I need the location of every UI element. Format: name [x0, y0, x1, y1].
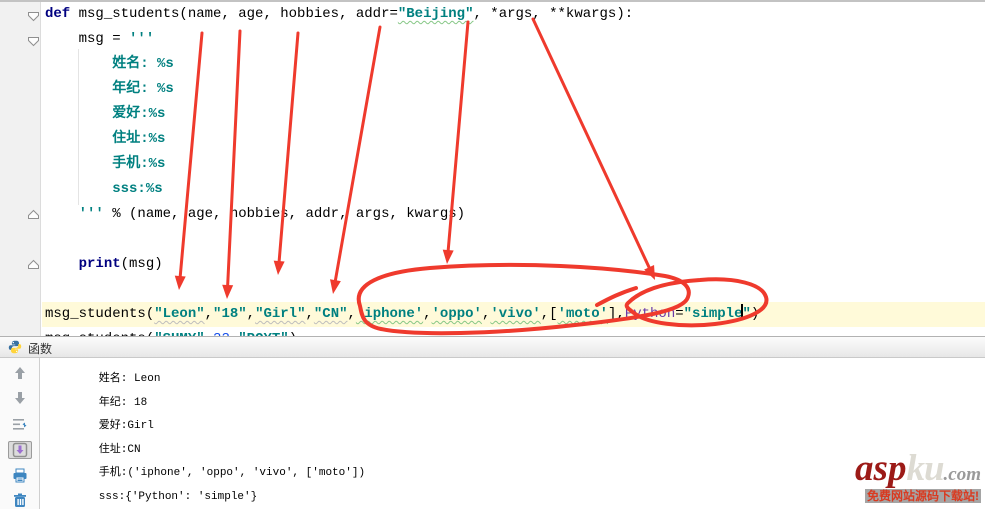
code-token: ,[ — [541, 306, 558, 322]
code-token: 年纪: %s — [45, 81, 174, 97]
code-token: 住址:%s — [45, 131, 165, 147]
code-line[interactable] — [42, 277, 985, 302]
code-token: "Leon" — [154, 306, 204, 322]
code-token: "simple — [684, 306, 743, 322]
code-token: ''' — [129, 31, 154, 47]
code-token: (msg) — [121, 256, 163, 272]
console-line: 年纪: 18 — [46, 392, 785, 416]
console-line: sss:{'Python': 'simple'} — [46, 486, 785, 509]
code-token: def — [45, 6, 70, 22]
code-line[interactable]: 手机:%s — [42, 152, 985, 177]
code-token: 姓名: %s — [45, 56, 174, 72]
code-lines[interactable]: def msg_students(name, age, hobbies, add… — [42, 2, 985, 352]
watermark: aspku.com 免费网站源码下载站! — [855, 450, 981, 504]
console-tab-label[interactable]: 函数 — [28, 340, 52, 357]
code-token: 'vivo' — [490, 306, 540, 322]
code-token: msg_students(name, age, hobbies, addr= — [70, 6, 398, 22]
editor-gutter — [0, 2, 41, 336]
run-console-panel: 函数 — [0, 336, 985, 508]
code-token: print — [79, 256, 121, 272]
console-toolbar — [0, 358, 40, 509]
code-token: , — [348, 306, 356, 322]
code-token: msg_students( — [45, 306, 154, 322]
python-logo-icon — [8, 340, 22, 359]
code-line[interactable]: msg = ''' — [42, 27, 985, 52]
console-output: 姓名: Leon 年纪: 18 爱好:Girl 住址:CN 手机:('iphon… — [46, 368, 785, 509]
code-token: , *args, **kwargs): — [474, 6, 634, 22]
code-line[interactable]: 住址:%s — [42, 127, 985, 152]
console-line: 手机:('iphone', 'oppo', 'vivo', ['moto']) — [46, 462, 785, 486]
code-token: 手机:%s — [45, 156, 165, 172]
clear-all-icon[interactable] — [8, 493, 32, 509]
code-token: 爱好:%s — [45, 106, 165, 122]
code-token — [45, 256, 79, 272]
fold-marker-expanded-icon[interactable] — [27, 34, 40, 45]
code-line[interactable]: 爱好:%s — [42, 102, 985, 127]
code-token: ) — [751, 306, 759, 322]
code-token: , — [305, 306, 313, 322]
print-icon[interactable] — [8, 468, 32, 484]
code-line[interactable] — [42, 227, 985, 252]
console-line: 姓名: Leon — [46, 368, 785, 392]
watermark-subtitle: 免费网站源码下载站! — [865, 489, 981, 503]
code-token: msg = — [45, 31, 129, 47]
code-line[interactable]: 姓名: %s — [42, 52, 985, 77]
console-header: 函数 — [0, 337, 985, 358]
code-token: "Girl" — [255, 306, 305, 322]
code-token — [45, 206, 79, 222]
scroll-to-end-icon[interactable] — [8, 441, 32, 459]
code-line-current[interactable]: msg_students("Leon","18","Girl","CN",'ip… — [42, 302, 985, 327]
code-line[interactable]: ''' % (name, age, hobbies, addr, args, k… — [42, 202, 985, 227]
code-token: , — [423, 306, 431, 322]
fold-marker-expanded-icon[interactable] — [27, 9, 40, 20]
code-token: "18" — [213, 306, 247, 322]
scroll-down-icon[interactable] — [8, 390, 32, 406]
code-token: 'iphone' — [356, 306, 423, 322]
code-token: , — [205, 306, 213, 322]
code-token: 'moto' — [558, 306, 608, 322]
code-token: = — [675, 306, 683, 322]
code-token: % (name, age, hobbies, addr, args, kwarg… — [104, 206, 465, 222]
code-line[interactable]: 年纪: %s — [42, 77, 985, 102]
code-token: sss:%s — [45, 181, 163, 197]
code-token: " — [742, 306, 750, 322]
code-token: , — [247, 306, 255, 322]
code-token: "CN" — [314, 306, 348, 322]
console-line: 爱好:Girl — [46, 415, 785, 439]
watermark-brand: aspku.com — [855, 450, 981, 487]
soft-wrap-icon[interactable] — [8, 415, 32, 431]
fold-marker-end-icon[interactable] — [27, 257, 40, 268]
code-token: 'oppo' — [432, 306, 482, 322]
code-token: "Beijing" — [398, 6, 474, 22]
fold-marker-end-icon[interactable] — [27, 207, 40, 218]
code-line[interactable]: print(msg) — [42, 252, 985, 277]
code-line[interactable]: def msg_students(name, age, hobbies, add… — [42, 2, 985, 27]
code-line[interactable]: sss:%s — [42, 177, 985, 202]
code-token: ], — [608, 306, 625, 322]
code-editor-pane[interactable]: def msg_students(name, age, hobbies, add… — [0, 2, 985, 336]
console-line: 住址:CN — [46, 439, 785, 463]
code-token: Python — [625, 306, 675, 322]
code-token: ''' — [79, 206, 104, 222]
scroll-up-icon[interactable] — [8, 365, 32, 381]
